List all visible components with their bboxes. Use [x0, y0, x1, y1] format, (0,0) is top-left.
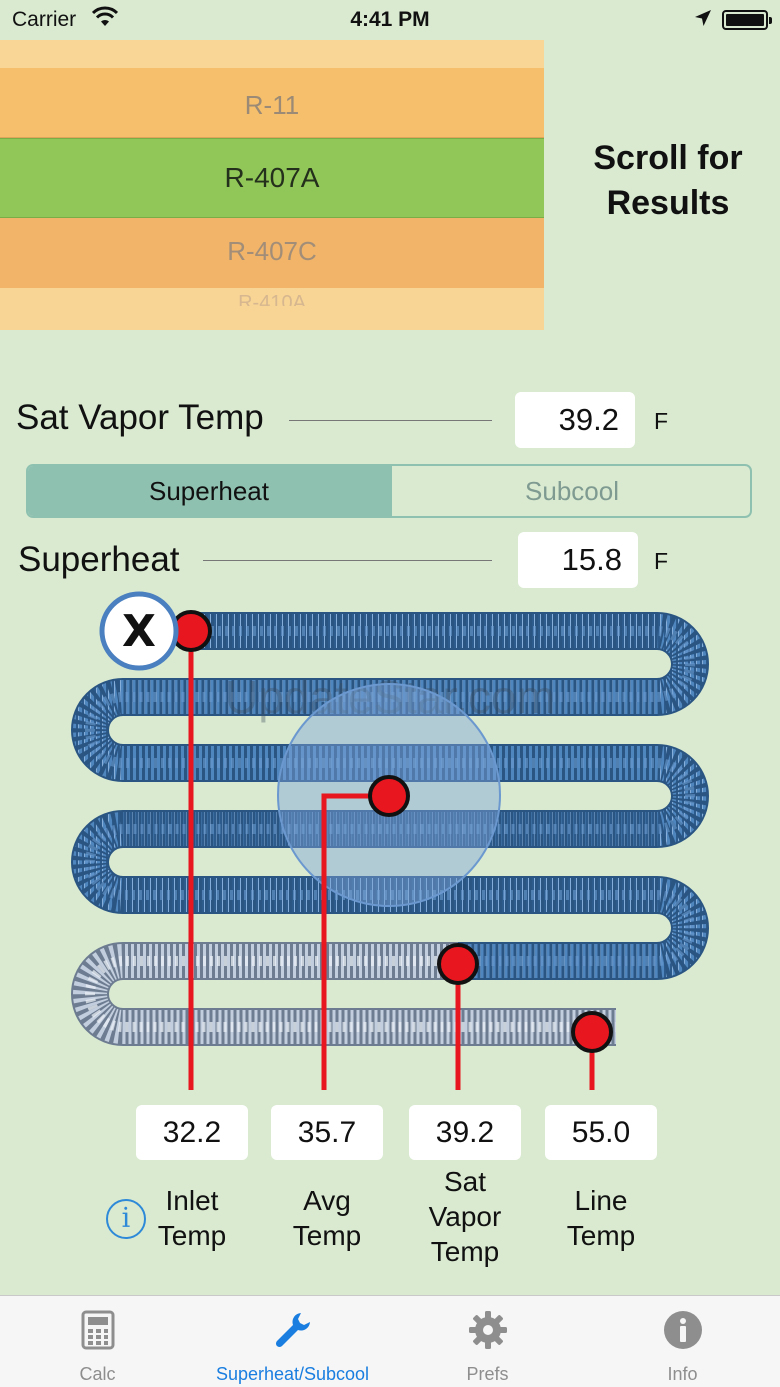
label-line: Sat: [443, 1166, 487, 1197]
tab-label: Superheat/Subcool: [215, 1364, 370, 1384]
label-line: Vapor: [428, 1201, 502, 1232]
label-line: Temp: [430, 1236, 500, 1267]
sat-vapor-temp-field[interactable]: 39.2: [515, 392, 635, 448]
tab-calc[interactable]: Calc: [0, 1296, 195, 1387]
calculator-icon: [81, 1310, 115, 1350]
divider: [289, 420, 492, 421]
tab-bar: Calc Superheat/Subcool Prefs Info: [0, 1295, 780, 1387]
status-bar: Carrier 4:41 PM: [0, 0, 780, 40]
avg-temp-label: Avg Temp: [252, 1183, 402, 1253]
picker-option-selected[interactable]: R-407A: [0, 162, 544, 194]
sat-vapor-temp-caption: Sat Vapor Temp: [390, 1164, 540, 1269]
superheat-unit: F: [654, 548, 669, 574]
tab-superheat-subcool[interactable]: Superheat/Subcool: [195, 1296, 390, 1387]
avg-temp-sensor[interactable]: [368, 775, 410, 817]
picker-band: [0, 40, 544, 68]
evaporator-coil-diagram: UpdateStar.com X: [71, 591, 709, 1090]
info-button[interactable]: i: [106, 1199, 146, 1239]
tab-label: Calc: [79, 1364, 116, 1384]
location-arrow-icon: [695, 10, 711, 26]
tab-prefs[interactable]: Prefs: [390, 1296, 585, 1387]
superheat-label: Superheat: [18, 540, 180, 579]
label-line: Temp: [566, 1220, 636, 1251]
tab-label: Prefs: [466, 1364, 509, 1384]
divider: [203, 560, 492, 561]
line-temp-value: 55.0: [545, 1105, 657, 1160]
info-icon: [664, 1311, 702, 1349]
battery-icon: [722, 10, 772, 30]
scroll-hint-line: Results: [606, 184, 730, 222]
label-line: Temp: [292, 1220, 362, 1251]
scroll-hint-line: Scroll for: [593, 139, 743, 177]
subcool-segment[interactable]: Subcool: [390, 466, 750, 516]
gear-icon: [469, 1311, 507, 1349]
refrigerant-picker[interactable]: R-11 R-407A R-407C R-410A: [0, 40, 544, 330]
superheat-field: 15.8: [518, 532, 638, 588]
tab-label: Info: [667, 1364, 698, 1384]
sat-vapor-temp-sensor[interactable]: [437, 943, 479, 985]
expansion-valve-icon[interactable]: X: [99, 591, 179, 671]
picker-option[interactable]: R-410A: [0, 292, 544, 306]
inlet-temp-value: 32.2: [136, 1105, 248, 1160]
picker-option[interactable]: R-11: [0, 90, 544, 121]
wrench-icon: [275, 1313, 310, 1348]
valve-symbol: X: [122, 606, 156, 657]
line-temp-sensor[interactable]: [571, 1011, 613, 1053]
clock: 4:41 PM: [350, 8, 430, 31]
label-line: Line: [574, 1185, 628, 1216]
sat-vapor-temp-unit: F: [654, 408, 669, 434]
sat-vapor-temp-label: Sat Vapor Temp: [16, 398, 264, 437]
line-temp-label: Line Temp: [526, 1183, 676, 1253]
tab-info[interactable]: Info: [585, 1296, 780, 1387]
picker-option[interactable]: R-407C: [0, 236, 544, 267]
label-line: Avg: [303, 1185, 351, 1216]
superheat-segment[interactable]: Superheat: [28, 466, 390, 516]
avg-temp-value: 35.7: [271, 1105, 383, 1160]
sat-vapor-temp-value: 39.2: [409, 1105, 521, 1160]
scroll-hint: Scroll for Results: [556, 136, 780, 226]
mode-segmented-control[interactable]: Superheat Subcool: [26, 464, 752, 518]
